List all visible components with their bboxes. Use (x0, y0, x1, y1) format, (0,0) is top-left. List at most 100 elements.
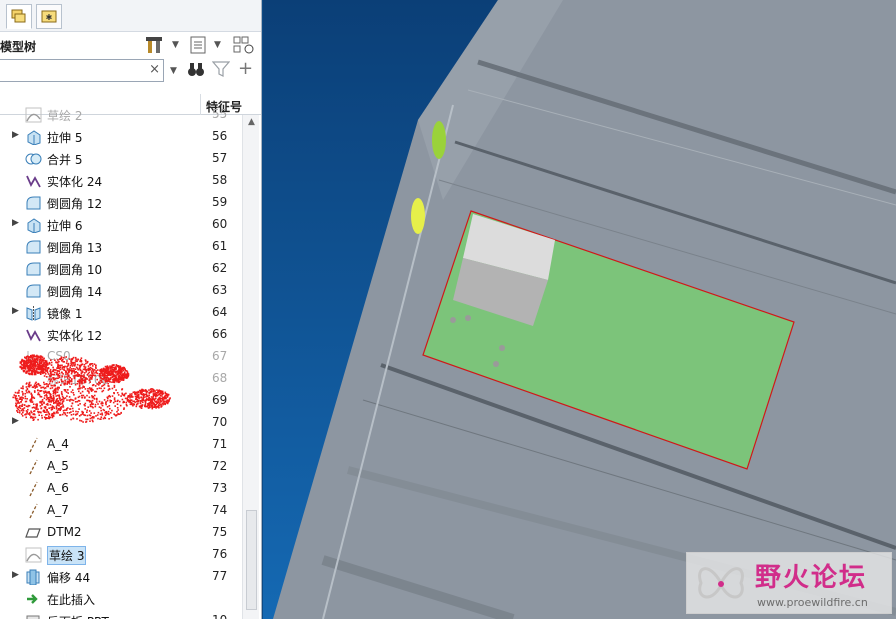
feature-number: 60 (212, 217, 228, 231)
extrude-icon (27, 130, 41, 145)
tree-row[interactable]: A_6 73 (0, 478, 242, 500)
forum-watermark: 野火论坛 www.proewildfire.cn (686, 552, 892, 614)
tree-row[interactable]: 草绘 2 55 (0, 104, 242, 126)
tree-scrollbar[interactable]: ▲ (242, 115, 259, 619)
filter-icon[interactable] (211, 60, 231, 80)
expand-arrow-icon[interactable]: ▶ (12, 130, 19, 140)
tree-row[interactable]: ▶ 镜像 1 64 (0, 302, 242, 324)
tree-row-label[interactable]: 镜像 1 (47, 305, 82, 322)
tree-row-label[interactable]: A_7 (47, 503, 69, 517)
feature-number: 66 (212, 327, 228, 341)
tree-row-label[interactable]: 倒圆角 13 (47, 239, 102, 256)
hole-mark (465, 315, 471, 321)
tree-row-label[interactable]: A_6 (47, 481, 69, 495)
tree-row[interactable]: 倒圆角 10 62 (0, 258, 242, 280)
feature-number: 57 (212, 151, 228, 165)
tree-row-label[interactable]: 合并 5 (47, 151, 82, 168)
redaction-scribble (12, 354, 171, 423)
search-field[interactable]: × (0, 59, 164, 82)
round-icon (26, 262, 41, 276)
model-3d-view[interactable] (263, 0, 896, 619)
sketch-icon (25, 547, 42, 563)
tree-row-label[interactable]: 倒圆角 10 (47, 261, 102, 278)
tree-row[interactable]: 倒圆角 14 63 (0, 280, 242, 302)
feature-number: 68 (212, 371, 228, 385)
find-binoculars-icon[interactable] (187, 60, 205, 80)
tree-row-label[interactable]: DTM2 (47, 525, 82, 539)
tree-row-label[interactable]: 倒圆角 14 (47, 283, 102, 300)
feature-number: 74 (212, 503, 228, 517)
tree-row-label[interactable]: 实体化 24 (47, 173, 102, 190)
tree-row-label[interactable]: A_5 (47, 459, 69, 473)
tree-row-label[interactable]: 拉伸 5 (47, 129, 82, 146)
panel-tabs: ✱ (0, 0, 261, 32)
settings-list-icon[interactable] (189, 35, 209, 55)
tree-row[interactable]: 倒圆角 12 59 (0, 192, 242, 214)
search-input[interactable] (0, 60, 139, 82)
model-tree-panel: ✱ 模型树 ▼ ▼ × ▼ + 特征号 草绘 2 55 ▶ 拉伸 5 56 合并… (0, 0, 262, 619)
round-icon (26, 196, 41, 210)
hole-mark (499, 345, 505, 351)
tree-row-label[interactable]: 反面折 PRT (47, 613, 109, 619)
yellow-knob[interactable] (411, 198, 425, 234)
hole-mark (493, 361, 499, 367)
tree-row[interactable]: ▶ 拉伸 6 60 (0, 214, 242, 236)
tools-dropdown-icon[interactable]: ▼ (172, 35, 179, 55)
tree-row-label[interactable]: 草绘 3 (47, 546, 87, 565)
expand-arrow-icon[interactable]: ▶ (12, 570, 19, 580)
tree-row[interactable]: A_7 74 (0, 500, 242, 522)
tree-row[interactable]: 实体化 24 58 (0, 170, 242, 192)
tools-icon[interactable] (145, 35, 167, 55)
graphics-viewport[interactable]: 野火论坛 www.proewildfire.cn (263, 0, 896, 619)
feature-number: 67 (212, 349, 228, 363)
tab-folder-browser[interactable]: ✱ (36, 4, 62, 29)
feature-number: 61 (212, 239, 228, 253)
tree-row-label[interactable]: 偏移 44 (47, 569, 90, 586)
watermark-title: 野火论坛 (755, 563, 868, 593)
axis-icon (29, 503, 38, 519)
feature-number: 59 (212, 195, 228, 209)
extrude-icon (27, 218, 41, 233)
scroll-thumb[interactable] (246, 510, 257, 610)
clear-search-icon[interactable]: × (149, 62, 160, 77)
tree-row-label[interactable]: 在此插入 (47, 591, 95, 608)
insert-arrow-icon (27, 594, 38, 604)
tree-row-label[interactable]: 草绘 2 (47, 107, 82, 124)
tab-model-tree[interactable] (6, 4, 32, 29)
tree-row[interactable]: A_5 72 (0, 456, 242, 478)
feature-number: 64 (212, 305, 228, 319)
hole-mark (450, 317, 456, 323)
feature-number: 76 (212, 547, 228, 561)
tree-row[interactable]: 反面折 PRT 10 (0, 610, 242, 619)
feature-number: 77 (212, 569, 228, 583)
expand-arrow-icon[interactable]: ▶ (12, 218, 19, 228)
tree-row[interactable]: 草绘 3 76 (0, 544, 242, 566)
tree-row[interactable]: 倒圆角 13 61 (0, 236, 242, 258)
feature-number: 10 (212, 613, 227, 619)
search-dropdown-icon[interactable]: ▼ (170, 61, 177, 81)
tree-row[interactable]: 合并 5 57 (0, 148, 242, 170)
expand-arrow-icon[interactable]: ▶ (12, 306, 19, 316)
feature-number: 71 (212, 437, 228, 451)
datum-plane-icon (25, 528, 41, 538)
tree-row-label[interactable]: 倒圆角 12 (47, 195, 102, 212)
round-icon (26, 284, 41, 298)
show-tree-icon[interactable] (233, 35, 257, 55)
tree-row-label[interactable]: 实体化 12 (47, 327, 102, 344)
tree-row[interactable]: DTM2 75 (0, 522, 242, 544)
tree-row[interactable]: ▶ 偏移 44 77 (0, 566, 242, 588)
tree-row-label[interactable]: 拉伸 6 (47, 217, 82, 234)
butterfly-logo (698, 567, 744, 599)
add-column-icon[interactable]: + (238, 59, 253, 79)
tree-row[interactable]: ▶ 拉伸 5 56 (0, 126, 242, 148)
settings-dropdown-icon[interactable]: ▼ (214, 35, 221, 55)
tree-row[interactable]: 实体化 12 66 (0, 324, 242, 346)
solidify-icon (26, 329, 41, 342)
axis-icon (29, 481, 38, 497)
axis-icon (29, 459, 38, 475)
scroll-up-icon[interactable]: ▲ (243, 115, 260, 130)
feature-number: 62 (212, 261, 228, 275)
tree-row[interactable]: 在此插入 (0, 588, 242, 610)
green-knob[interactable] (432, 121, 446, 159)
folder-stack-icon (11, 9, 26, 23)
